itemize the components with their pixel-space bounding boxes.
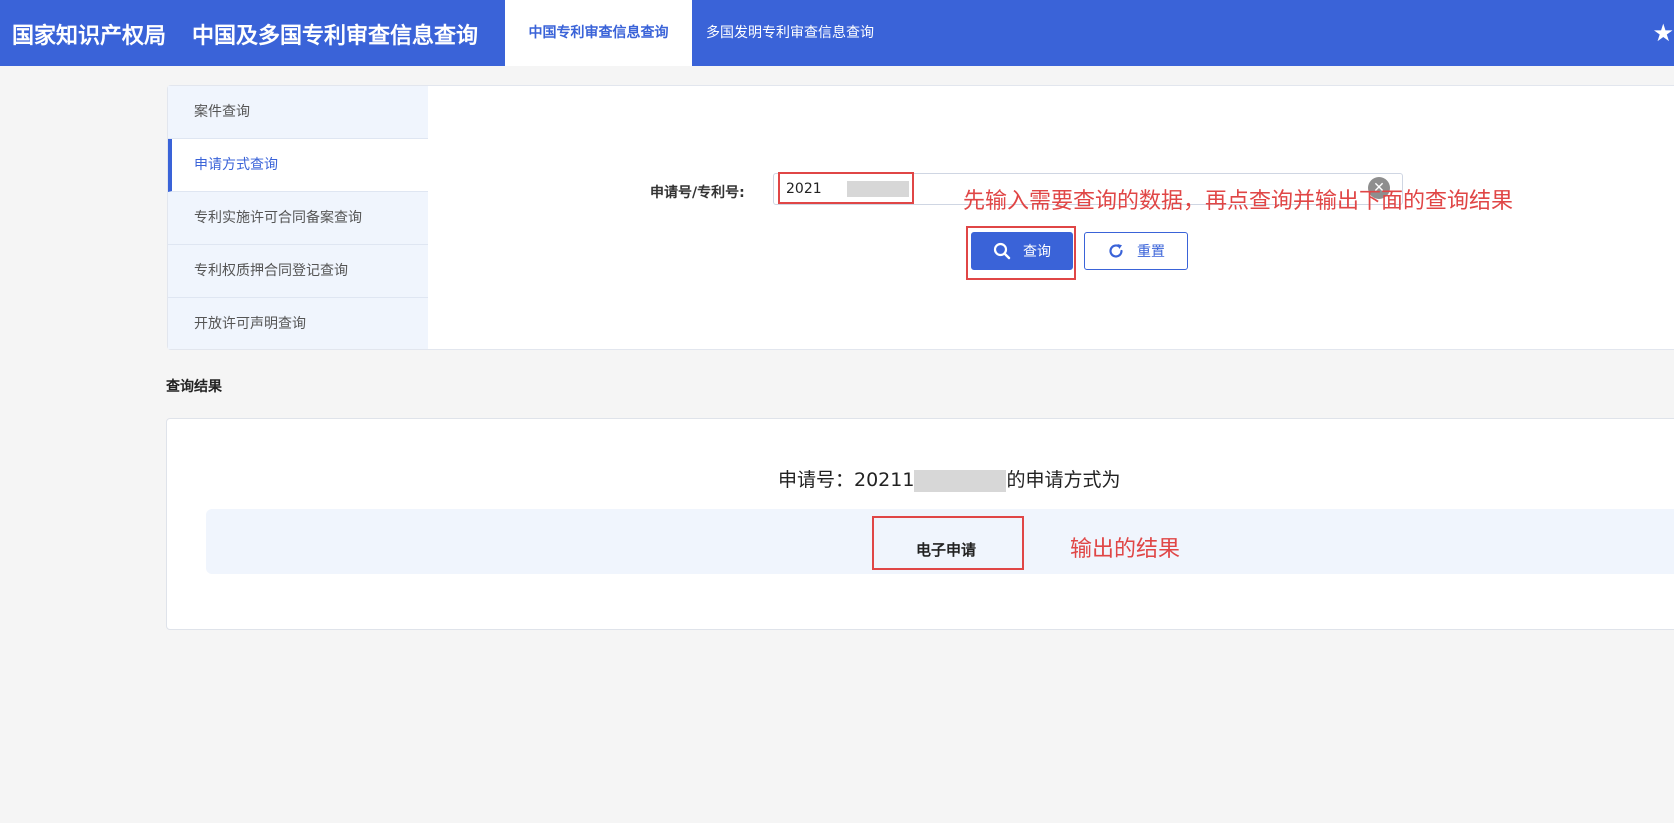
tab-china-patent[interactable]: 中国专利审查信息查询: [505, 0, 692, 66]
refresh-icon: [1109, 244, 1123, 258]
search-panel: 案件查询 申请方式查询 专利实施许可合同备案查询 专利权质押合同登记查询 开放许…: [167, 85, 1674, 350]
result-heading-suffix: 的申请方式为: [1006, 469, 1121, 491]
result-heading: 申请号：20211 的申请方式为: [778, 465, 1120, 492]
result-heading-prefix: 申请号：20211: [778, 469, 915, 491]
side-menu: 案件查询 申请方式查询 专利实施许可合同备案查询 专利权质押合同登记查询 开放许…: [168, 86, 428, 349]
sidebar-item-pledge-contract[interactable]: 专利权质押合同登记查询: [168, 245, 428, 298]
result-card: 申请号：20211 的申请方式为 电子申请 输出的结果: [166, 418, 1674, 630]
top-header: 国家知识产权局 中国及多国专利审查信息查询 中国专利审查信息查询 多国发明专利审…: [0, 0, 1674, 66]
sidebar-item-application-method[interactable]: 申请方式查询: [168, 139, 428, 192]
sidebar-item-open-license[interactable]: 开放许可声明查询: [168, 298, 428, 351]
search-icon: [993, 242, 1011, 260]
tab-multi-country-patent[interactable]: 多国发明专利审查信息查询: [706, 0, 874, 66]
sidebar-item-license-contract[interactable]: 专利实施许可合同备案查询: [168, 192, 428, 245]
query-button[interactable]: 查询: [971, 232, 1073, 270]
sidebar-item-case-query[interactable]: 案件查询: [168, 86, 428, 139]
reset-button-label: 重置: [1137, 244, 1165, 260]
app-title: 中国及多国专利审查信息查询: [192, 24, 479, 49]
result-value: 电子申请: [916, 541, 977, 559]
reset-button[interactable]: 重置: [1084, 232, 1188, 270]
redacted-result-digits: [914, 469, 1007, 492]
results-title: 查询结果: [166, 379, 222, 395]
redacted-digits: [847, 181, 909, 197]
query-button-label: 查询: [1023, 244, 1051, 260]
output-annotation: 输出的结果: [1070, 537, 1181, 562]
application-number-label: 申请号/专利号:: [650, 185, 745, 201]
brand-title: 国家知识产权局: [12, 24, 167, 49]
input-annotation: 先输入需要查询的数据，再点查询并输出下面的查询结果: [963, 189, 1514, 214]
star-icon[interactable]: ★: [1652, 19, 1674, 47]
